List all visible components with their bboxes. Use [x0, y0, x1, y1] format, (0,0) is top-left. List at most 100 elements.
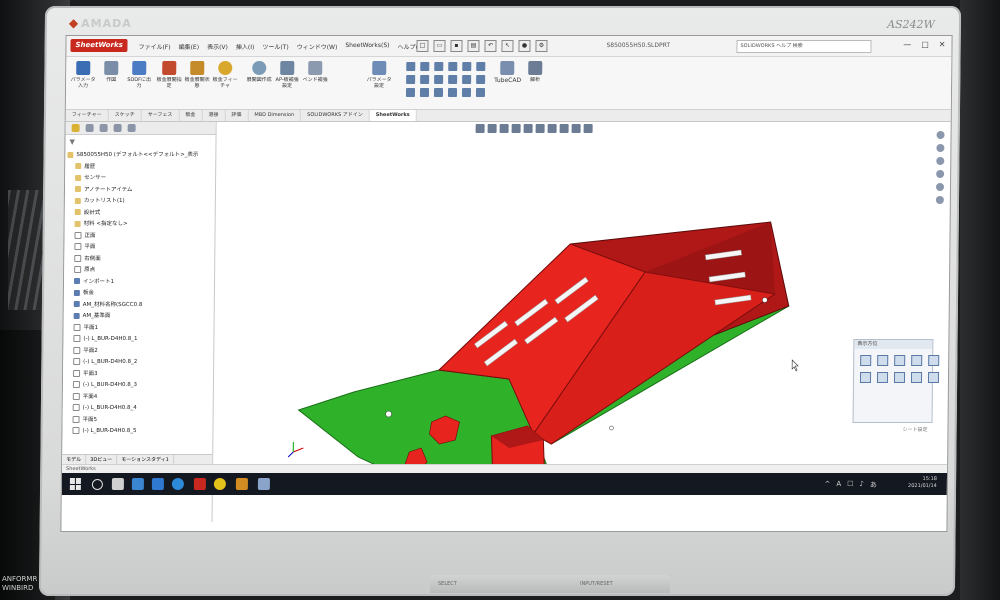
store-icon[interactable] — [131, 478, 144, 490]
tab-weld[interactable]: 溶接 — [202, 110, 226, 121]
ribbon-draw-button[interactable]: 作図 — [98, 61, 124, 83]
ribbon-analysis-button[interactable]: 解析 — [522, 61, 548, 83]
tab-sheetworks[interactable]: SheetWorks — [369, 110, 417, 121]
tray-input-icon[interactable]: あ — [870, 480, 877, 490]
ribbon-parameter-input-button[interactable]: パラメータ入力 — [70, 61, 96, 89]
osd-input-label[interactable]: INPUT/RESET — [580, 581, 613, 587]
mail-icon[interactable] — [151, 478, 164, 490]
view-iso-icon[interactable] — [877, 355, 889, 366]
view-normal-icon[interactable] — [927, 372, 940, 383]
tree-item[interactable]: 履歴 — [67, 162, 213, 174]
tree-item[interactable]: (-) L_BUR-D4H0.8_4 — [65, 403, 211, 415]
select-icon[interactable]: ↖ — [501, 40, 514, 52]
ribbon-flatten-spec-button[interactable]: 板金展開指定 — [156, 61, 182, 89]
tool-icon[interactable] — [476, 62, 486, 71]
tree-item[interactable]: 正面 — [66, 231, 212, 243]
config-tab-icon[interactable] — [99, 124, 108, 132]
options-icon[interactable]: ⚙ — [535, 40, 548, 52]
tool-icon[interactable] — [447, 88, 458, 97]
tab-evaluate[interactable]: 評価 — [225, 110, 249, 121]
tab-sketch[interactable]: スケッチ — [108, 110, 142, 121]
tool-icon[interactable] — [434, 62, 444, 71]
ribbon-unfold-drawing-button[interactable]: 展開図作成 — [246, 61, 272, 83]
menu-sheetworks[interactable]: SheetWorks(S) — [345, 42, 389, 51]
view-front-icon[interactable] — [894, 355, 906, 366]
menu-view[interactable]: 表示(V) — [207, 42, 228, 51]
tab-sheetmetal[interactable]: 板金 — [179, 110, 203, 121]
tree-item[interactable]: 平面4 — [65, 392, 211, 404]
search-icon[interactable] — [91, 479, 103, 490]
tool-icon[interactable] — [405, 88, 416, 97]
menu-file[interactable]: ファイル(F) — [138, 42, 170, 51]
menu-window[interactable]: ウィンドウ(W) — [297, 42, 338, 51]
design-library-icon[interactable] — [936, 144, 945, 152]
viewer-icon[interactable] — [257, 478, 270, 490]
custom-properties-icon[interactable] — [935, 196, 944, 204]
ribbon-parameter-setting-button[interactable]: パラメータ設定 — [366, 61, 392, 89]
help-search-input[interactable]: SOLIDWORKS ヘルプ 検索 — [736, 40, 872, 53]
tree-item[interactable]: 右側面 — [66, 254, 212, 266]
tree-root[interactable]: S850055H50 (デフォルト<<デフォルト>_表示 — [67, 150, 213, 162]
tree-item[interactable]: AM_材料名称(SGCC0.8 — [66, 300, 212, 312]
tool-icon[interactable] — [462, 62, 472, 71]
osd-select-label[interactable]: SELECT — [438, 581, 457, 587]
tree-item[interactable]: アノテートアイテム — [67, 185, 213, 197]
tree-item[interactable]: インポート1 — [66, 277, 212, 289]
tray-network-icon[interactable]: ☐ — [847, 480, 853, 490]
tool-icon[interactable] — [406, 75, 416, 84]
property-tab-icon[interactable] — [85, 124, 94, 132]
view-left-icon[interactable] — [859, 372, 872, 383]
chrome-icon[interactable] — [213, 478, 226, 490]
menu-tools[interactable]: ツール(T) — [262, 42, 288, 51]
minimize-button[interactable]: — — [903, 40, 911, 49]
tree-item[interactable]: 平面2 — [65, 346, 211, 358]
print-icon[interactable]: ▤ — [467, 40, 480, 52]
windows-start-icon[interactable] — [69, 478, 82, 490]
filter-icon[interactable]: ▼ — [69, 138, 74, 146]
tree-item[interactable]: 平面 — [66, 242, 212, 254]
tool-icon[interactable] — [235, 478, 248, 490]
menu-insert[interactable]: 挿入(I) — [236, 42, 255, 51]
sheetmetal-model[interactable] — [213, 122, 937, 495]
tool-icon[interactable] — [433, 88, 444, 97]
tree-item[interactable]: (-) L_BUR-D4H0.8_3 — [65, 380, 211, 392]
ribbon-sheetmetal-feature-button[interactable]: 板金フィーチャ — [212, 61, 238, 89]
ribbon-bend-button[interactable]: ベンド補強 — [302, 61, 328, 83]
ribbon-reinforce-button[interactable]: AP-板補強設定 — [274, 61, 300, 89]
tree-item[interactable]: 設計式 — [67, 208, 213, 220]
tree-item[interactable]: センサー — [67, 173, 213, 185]
tab-mbd[interactable]: MBD Dimension — [248, 110, 302, 121]
tool-icon[interactable] — [461, 88, 472, 97]
ribbon-sddf-export-button[interactable]: SDDFに出力 — [126, 61, 152, 89]
view-right-icon[interactable] — [911, 355, 923, 366]
solidworks-icon[interactable] — [193, 478, 206, 490]
tab-addins[interactable]: SOLIDWORKS アドイン — [301, 110, 370, 121]
tool-icon[interactable] — [448, 75, 458, 84]
file-explorer-icon[interactable] — [936, 157, 945, 165]
rebuild-icon[interactable]: ● — [518, 40, 531, 52]
open-file-icon[interactable]: ▭ — [433, 40, 446, 52]
tree-item[interactable]: 平面5 — [65, 415, 211, 427]
tree-item[interactable]: (-) L_BUR-D4H0.8_5 — [64, 426, 210, 438]
tray-volume-icon[interactable]: ♪ — [859, 480, 864, 490]
tree-item[interactable]: 板金 — [66, 288, 212, 300]
feature-tree-tab-icon[interactable] — [71, 124, 80, 132]
tree-item[interactable]: (-) L_BUR-D4H0.8_1 — [65, 334, 211, 346]
tool-icon[interactable] — [448, 62, 458, 71]
tray-chevron-icon[interactable]: ^ — [824, 480, 830, 490]
tool-icon[interactable] — [476, 75, 486, 84]
tab-surface[interactable]: サーフェス — [141, 110, 180, 121]
tree-item[interactable]: AM_基準面 — [66, 311, 212, 323]
view-palette-icon[interactable] — [936, 170, 945, 178]
tool-icon[interactable] — [406, 62, 416, 71]
view-back-icon[interactable] — [928, 355, 940, 366]
view-top-icon[interactable] — [860, 355, 872, 366]
new-file-icon[interactable]: □ — [416, 40, 429, 52]
tool-icon[interactable] — [434, 75, 444, 84]
view-trimetric-icon[interactable] — [893, 372, 906, 383]
clock[interactable]: 15:18 2021/01/14 — [908, 476, 937, 490]
close-button[interactable]: ✕ — [939, 40, 946, 49]
tray-ime-icon[interactable]: A — [836, 480, 841, 490]
ribbon-flatten-state-button[interactable]: 板金展開状態 — [184, 61, 210, 89]
display-tab-icon[interactable] — [127, 124, 136, 132]
